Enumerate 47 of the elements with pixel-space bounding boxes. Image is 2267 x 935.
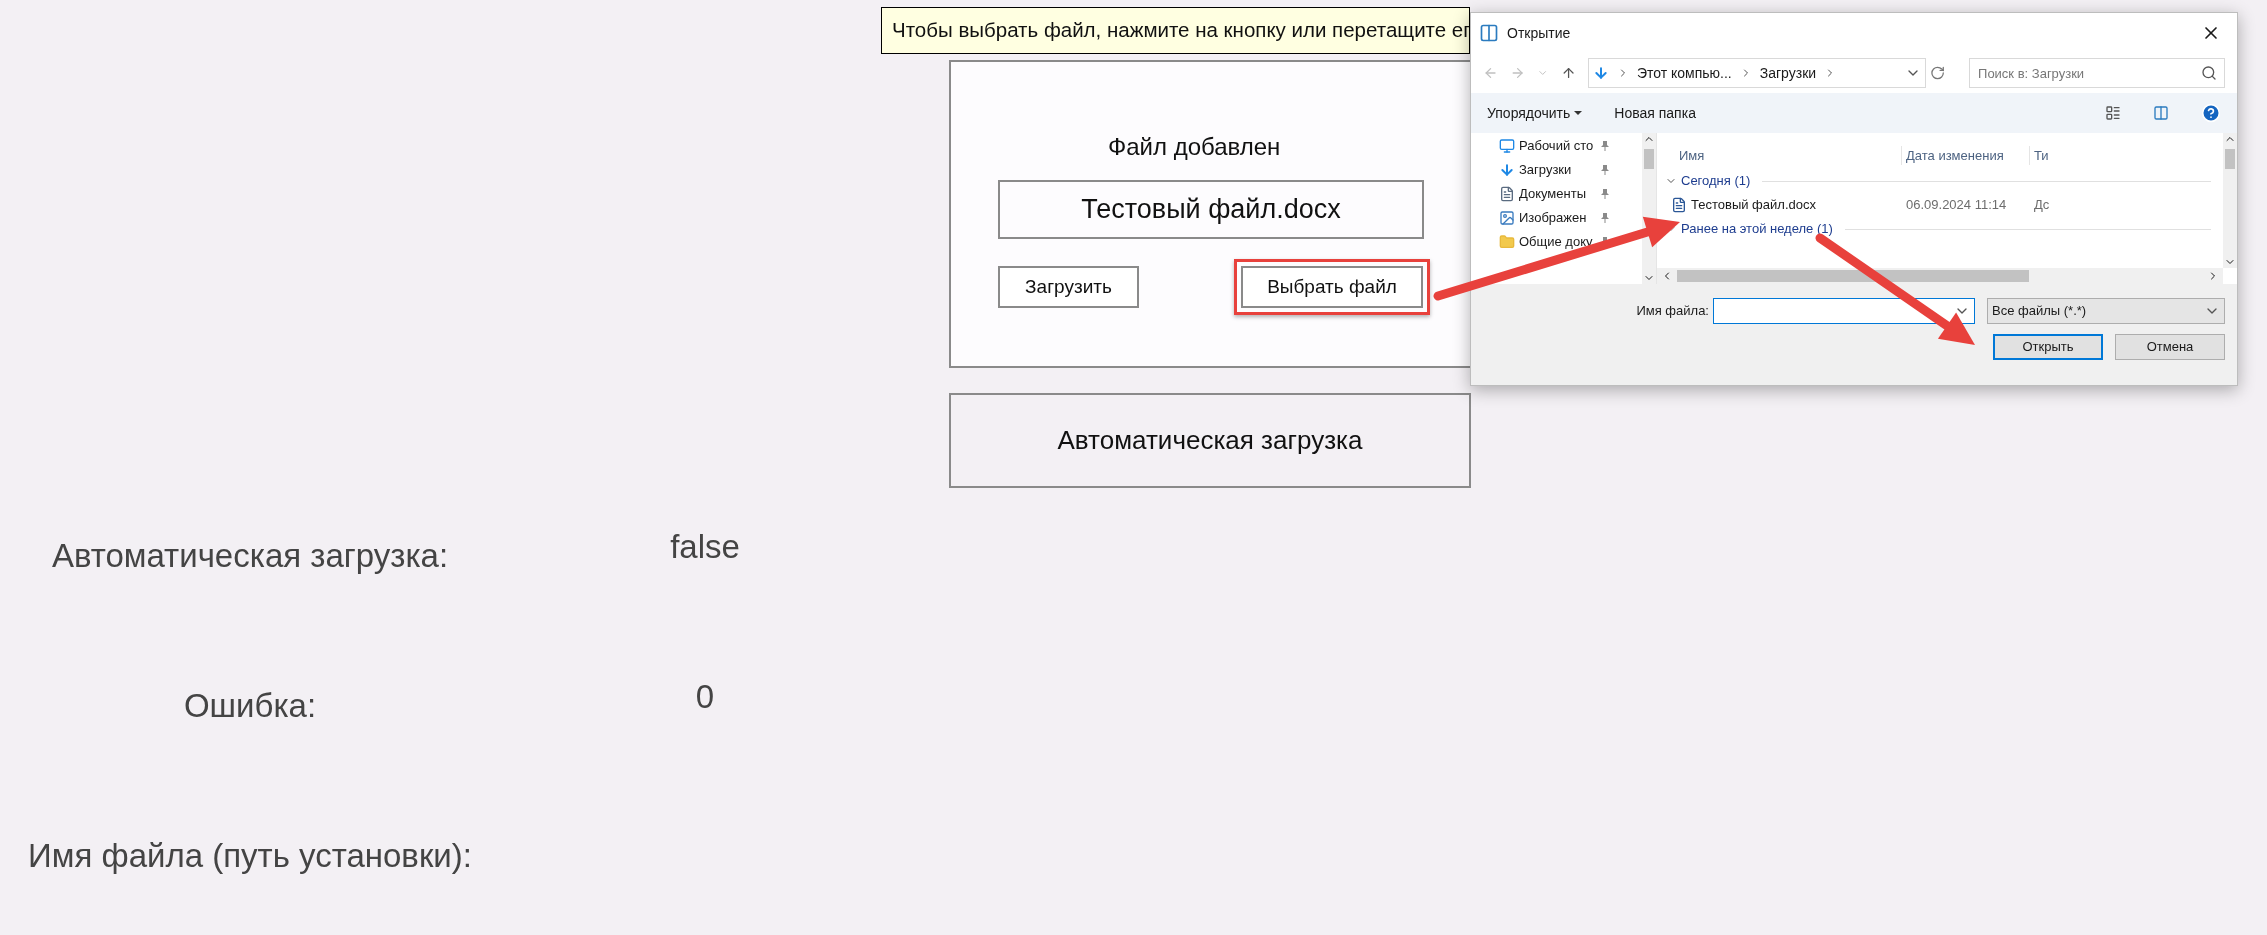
group-header[interactable]: Ранее на этой неделе (1) <box>1681 219 1833 239</box>
nav-item[interactable]: Рабочий сто <box>1499 137 1642 155</box>
refresh-icon[interactable] <box>1929 65 1946 81</box>
field-label: Имя файла (путь установки): <box>27 836 473 877</box>
toolbar-button[interactable]: Упорядочить <box>1487 102 1583 124</box>
upload-button[interactable]: Выбрать файл <box>1241 266 1423 308</box>
column-header[interactable]: Ти <box>2030 145 2049 165</box>
nav-item[interactable]: Загрузки <box>1499 161 1642 179</box>
field-label: Имя файла: <box>1636 302 1709 321</box>
app-icon <box>1479 23 1499 43</box>
view-icon[interactable] <box>2105 105 2121 121</box>
column-header[interactable]: Дата изменения <box>1902 145 2030 165</box>
image-icon <box>1499 210 1515 226</box>
breadcrumb-item[interactable]: Загрузки <box>1759 62 1817 84</box>
status-text: Файл добавлен <box>1108 132 1281 162</box>
scrollbar-thumb[interactable] <box>1644 149 1654 169</box>
monitor-icon <box>1499 138 1515 154</box>
field-value: 0 <box>694 677 716 718</box>
group-header[interactable]: Сегодня (1) <box>1681 171 1751 191</box>
toolbar-button[interactable]: Новая папка <box>1614 102 1696 124</box>
dialog-button[interactable]: Отмена <box>2115 334 2225 360</box>
file-type-dropdown[interactable]: Все файлы (*.*) <box>1987 298 2225 324</box>
address-bar[interactable]: Этот компью... Загрузки <box>1587 58 1926 88</box>
auto-upload-button[interactable]: Автоматическая загрузка <box>949 393 1471 488</box>
field-value: false <box>669 527 741 568</box>
scrollbar-thumb[interactable] <box>2225 149 2235 169</box>
help-icon[interactable] <box>2201 103 2221 123</box>
dialog-title: Открытие <box>1507 23 1571 43</box>
nav-item[interactable]: Изображен <box>1499 209 1642 227</box>
folder-icon <box>1499 234 1515 250</box>
document-icon <box>1499 186 1515 202</box>
nav-item[interactable]: Документы <box>1499 185 1642 203</box>
preview-pane-icon[interactable] <box>2153 105 2169 121</box>
file-row[interactable]: Тестовый файл.docx 06.09.2024 11:14 Дс <box>1657 193 2223 217</box>
word-document-icon <box>1671 197 1687 213</box>
download-icon <box>1499 162 1515 178</box>
search-field[interactable]: Поиск в: Загрузки <box>1969 58 2226 88</box>
search-icon <box>2201 65 2218 81</box>
file-name-field: Тестовый файл.docx <box>998 180 1424 239</box>
column-header[interactable]: Имя <box>1657 145 1902 165</box>
upload-button[interactable]: Загрузить <box>998 266 1139 308</box>
breadcrumb-item[interactable]: Этот компью... <box>1636 62 1732 84</box>
file-name-field[interactable] <box>1713 298 1975 324</box>
dialog-button[interactable]: Открыть <box>1993 334 2103 360</box>
field-label: Ошибка: <box>182 686 318 727</box>
scrollbar-thumb[interactable] <box>1677 270 2029 282</box>
field-label: Автоматическая загрузка: <box>50 536 450 577</box>
